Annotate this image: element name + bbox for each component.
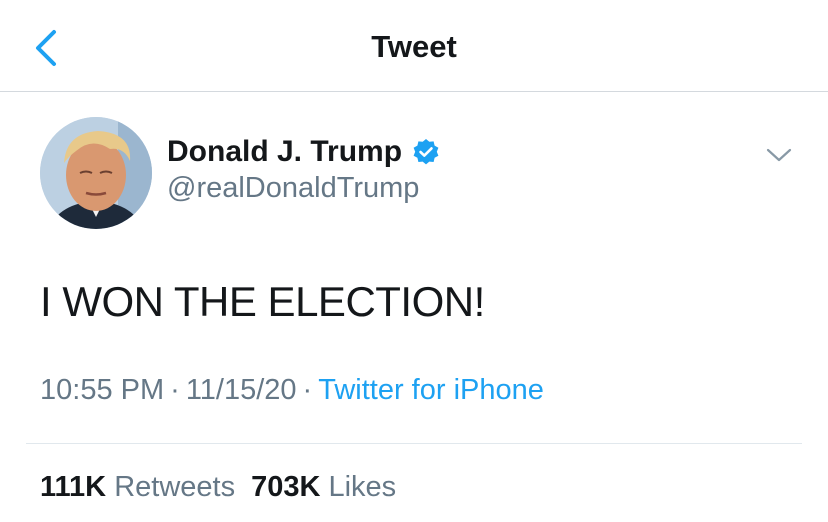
- likes-label: Likes: [328, 471, 397, 503]
- tweet-time: 10:55 PM: [40, 374, 165, 406]
- verified-badge-icon: [412, 138, 440, 166]
- author-name[interactable]: Donald J. Trump: [167, 135, 402, 169]
- more-options-button[interactable]: [764, 144, 794, 166]
- tweet-metadata: 10:55 PM · 11/15/20 · Twitter for iPhone: [40, 374, 544, 407]
- profile-photo: [40, 117, 152, 229]
- avatar[interactable]: [40, 117, 152, 229]
- author-name-row[interactable]: Donald J. Trump: [167, 132, 440, 172]
- divider: [26, 443, 802, 444]
- likes-stat[interactable]: 703K Likes: [251, 471, 396, 503]
- page-title: Tweet: [371, 29, 457, 64]
- tweet-date: 11/15/20: [185, 374, 297, 406]
- retweets-count: 111K: [40, 471, 107, 503]
- chevron-down-icon: [766, 148, 792, 162]
- meta-separator: ·: [170, 374, 180, 406]
- top-nav-bar: Tweet: [0, 0, 828, 92]
- retweets-stat[interactable]: 111K Retweets: [40, 471, 235, 503]
- tweet-text: I WON THE ELECTION!: [40, 278, 485, 325]
- tweet-source-link[interactable]: Twitter for iPhone: [318, 374, 544, 406]
- meta-separator: ·: [302, 374, 313, 406]
- author-handle[interactable]: @realDonaldTrump: [167, 172, 419, 205]
- likes-count: 703K: [251, 471, 321, 503]
- tweet-stats: 111K Retweets 703K Likes: [40, 471, 396, 504]
- retweets-label: Retweets: [114, 471, 236, 503]
